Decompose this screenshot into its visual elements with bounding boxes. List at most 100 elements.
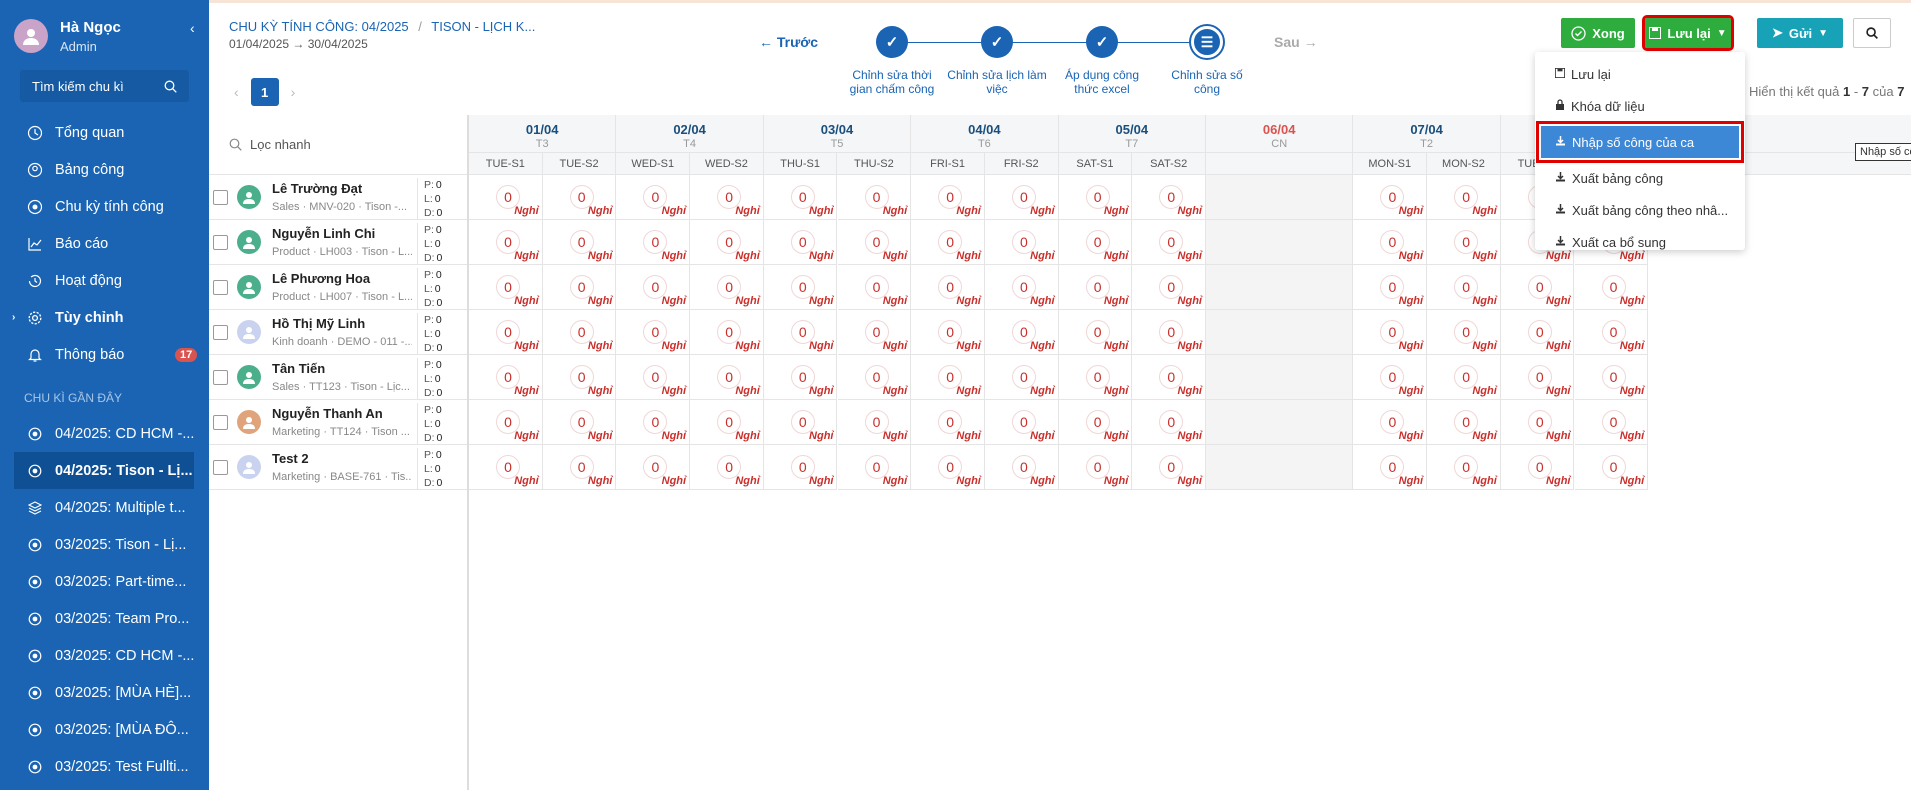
shift-cell[interactable]: 0Nghỉ	[911, 355, 985, 400]
row-checkbox[interactable]	[213, 369, 228, 385]
shift-cell[interactable]: 0Nghỉ	[1500, 265, 1575, 310]
dropdown-item[interactable]: Xuất bảng công	[1535, 162, 1745, 194]
shift-cell[interactable]: 0Nghỉ	[1427, 445, 1501, 490]
shift-cell[interactable]: 0Nghỉ	[911, 220, 985, 265]
breadcrumb-schedule[interactable]: TISON - LỊCH K...	[431, 19, 535, 34]
recent-cycle-item[interactable]: 03/2025: Part-time...	[0, 563, 209, 600]
shift-cell[interactable]: 0Nghỉ	[837, 265, 912, 310]
shift-cell[interactable]: 0Nghỉ	[1427, 310, 1501, 355]
shift-cell[interactable]: 0Nghỉ	[763, 310, 838, 355]
sidebar-item-user-circle[interactable]: Bảng công	[0, 151, 209, 188]
dropdown-item[interactable]: Lưu lại	[1535, 58, 1745, 90]
page-number[interactable]: 1	[250, 78, 279, 106]
shift-cell[interactable]: 0Nghỉ	[1132, 445, 1206, 490]
employee-name[interactable]: Lê Trường Đạt	[272, 181, 412, 196]
employee-name[interactable]: Hồ Thị Mỹ Linh	[272, 316, 412, 331]
day-off-cell[interactable]	[1206, 220, 1354, 265]
recent-cycle-item[interactable]: 04/2025: CD HCM -...	[0, 415, 209, 452]
shift-cell[interactable]: 0Nghỉ	[1132, 175, 1206, 220]
shift-cell[interactable]: 0Nghỉ	[542, 220, 617, 265]
recent-cycle-item[interactable]: 03/2025: Tison - Lị...	[0, 526, 209, 563]
row-checkbox[interactable]	[213, 459, 228, 475]
sidebar-item-bell[interactable]: Thông báo 17	[0, 336, 209, 373]
day-off-cell[interactable]	[1206, 175, 1354, 220]
shift-cell[interactable]: 0Nghỉ	[1353, 310, 1428, 355]
shift-cell[interactable]: 0Nghỉ	[469, 310, 543, 355]
day-off-cell[interactable]	[1206, 400, 1354, 445]
shift-cell[interactable]: 0Nghỉ	[911, 175, 985, 220]
shift-cell[interactable]: 0Nghỉ	[690, 220, 764, 265]
shift-cell[interactable]: 0Nghỉ	[1574, 310, 1649, 355]
quick-filter-input[interactable]: Lọc nhanh	[209, 115, 467, 175]
sidebar-item-gear[interactable]: › Tùy chỉnh	[0, 299, 209, 336]
collapse-sidebar-icon[interactable]: ‹	[190, 20, 195, 36]
dropdown-item[interactable]: Xuất bảng công theo nhâ...	[1535, 194, 1745, 226]
shift-cell[interactable]: 0Nghỉ	[616, 400, 691, 445]
shift-cell[interactable]: 0Nghỉ	[1500, 355, 1575, 400]
step-2[interactable]: ✓	[981, 26, 1013, 58]
shift-cell[interactable]: 0Nghỉ	[690, 355, 764, 400]
shift-cell[interactable]: 0Nghỉ	[1132, 310, 1206, 355]
row-checkbox[interactable]	[213, 189, 228, 205]
shift-cell[interactable]: 0Nghỉ	[1353, 355, 1428, 400]
shift-cell[interactable]: 0Nghỉ	[763, 355, 838, 400]
shift-cell[interactable]: 0Nghỉ	[1058, 175, 1133, 220]
shift-cell[interactable]: 0Nghỉ	[911, 265, 985, 310]
shift-cell[interactable]: 0Nghỉ	[469, 355, 543, 400]
sidebar-item-target[interactable]: Chu kỳ tính công	[0, 188, 209, 225]
recent-cycle-item[interactable]: 03/2025: CD HCM -...	[0, 637, 209, 674]
shift-cell[interactable]: 0Nghỉ	[911, 445, 985, 490]
shift-cell[interactable]: 0Nghỉ	[763, 400, 838, 445]
user-profile[interactable]: Hà Ngọc Admin	[0, 0, 209, 58]
shift-cell[interactable]: 0Nghỉ	[616, 265, 691, 310]
day-off-cell[interactable]	[1206, 265, 1354, 310]
next-page-icon[interactable]: ›	[291, 84, 296, 100]
shift-cell[interactable]: 0Nghỉ	[1132, 220, 1206, 265]
shift-cell[interactable]: 0Nghỉ	[1058, 220, 1133, 265]
shift-cell[interactable]: 0Nghỉ	[469, 220, 543, 265]
send-button[interactable]: ➤ Gửi ▼	[1757, 18, 1843, 48]
shift-cell[interactable]: 0Nghỉ	[690, 400, 764, 445]
shift-cell[interactable]: 0Nghỉ	[984, 445, 1059, 490]
shift-cell[interactable]: 0Nghỉ	[690, 310, 764, 355]
day-off-cell[interactable]	[1206, 355, 1354, 400]
recent-cycle-item[interactable]: 04/2025: Tison - Lị...	[14, 452, 194, 489]
shift-cell[interactable]: 0Nghỉ	[1427, 220, 1501, 265]
shift-cell[interactable]: 0Nghỉ	[1500, 445, 1575, 490]
shift-cell[interactable]: 0Nghỉ	[1132, 355, 1206, 400]
recent-cycle-item[interactable]: 04/2025: Multiple t...	[0, 489, 209, 526]
shift-cell[interactable]: 0Nghỉ	[1058, 445, 1133, 490]
row-checkbox[interactable]	[213, 414, 228, 430]
shift-cell[interactable]: 0Nghỉ	[911, 400, 985, 445]
shift-cell[interactable]: 0Nghỉ	[1427, 175, 1501, 220]
row-checkbox[interactable]	[213, 234, 228, 250]
shift-cell[interactable]: 0Nghỉ	[616, 310, 691, 355]
done-button[interactable]: Xong	[1561, 18, 1635, 48]
shift-cell[interactable]: 0Nghỉ	[1427, 400, 1501, 445]
search-button[interactable]	[1853, 18, 1891, 48]
row-checkbox[interactable]	[213, 279, 228, 295]
shift-cell[interactable]: 0Nghỉ	[469, 445, 543, 490]
shift-cell[interactable]: 0Nghỉ	[616, 355, 691, 400]
shift-cell[interactable]: 0Nghỉ	[1574, 445, 1649, 490]
recent-cycle-item[interactable]: 03/2025: [MÙA ĐÔ...	[0, 711, 209, 748]
row-checkbox[interactable]	[213, 324, 228, 340]
shift-cell[interactable]: 0Nghỉ	[984, 400, 1059, 445]
step-4[interactable]: ☰	[1191, 26, 1223, 58]
shift-cell[interactable]: 0Nghỉ	[690, 265, 764, 310]
shift-cell[interactable]: 0Nghỉ	[984, 265, 1059, 310]
shift-cell[interactable]: 0Nghỉ	[763, 445, 838, 490]
recent-cycle-item[interactable]: 03/2025: Test Fullti...	[0, 748, 209, 785]
employee-name[interactable]: Lê Phương Hoa	[272, 271, 412, 286]
shift-cell[interactable]: 0Nghỉ	[1353, 265, 1428, 310]
shift-cell[interactable]: 0Nghỉ	[1058, 355, 1133, 400]
shift-cell[interactable]: 0Nghỉ	[1427, 265, 1501, 310]
shift-cell[interactable]: 0Nghỉ	[1058, 265, 1133, 310]
recent-cycle-item[interactable]: 03/2025: [MÙA HÈ]...	[0, 674, 209, 711]
shift-cell[interactable]: 0Nghỉ	[1353, 445, 1428, 490]
sidebar-item-chart[interactable]: Báo cáo	[0, 225, 209, 262]
shift-cell[interactable]: 0Nghỉ	[542, 310, 617, 355]
shift-cell[interactable]: 0Nghỉ	[1132, 265, 1206, 310]
shift-cell[interactable]: 0Nghỉ	[911, 310, 985, 355]
sidebar-search-input[interactable]: Tìm kiếm chu kì	[20, 70, 189, 102]
